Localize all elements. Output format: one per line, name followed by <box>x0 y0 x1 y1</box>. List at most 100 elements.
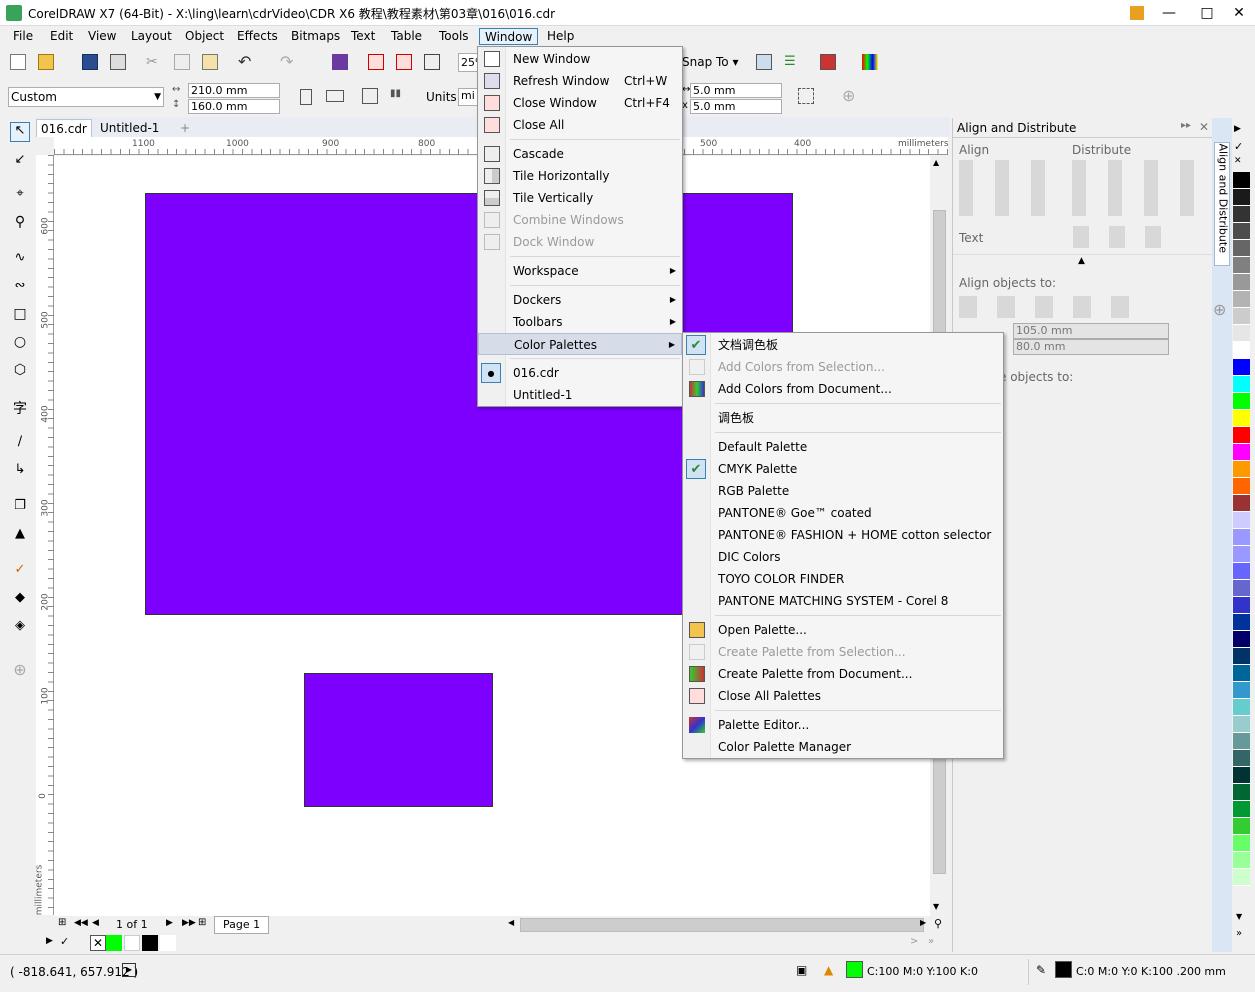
menu-item-color-palettes[interactable]: Color Palettes ▶ <box>478 333 682 355</box>
coords-menu-icon[interactable]: ▶ <box>122 963 136 977</box>
scroll-left-icon[interactable]: ◀ <box>508 918 514 927</box>
text-tool-icon[interactable]: 字 <box>10 398 30 418</box>
palette-swatch[interactable] <box>1233 172 1250 189</box>
color-eyedropper-tool-icon[interactable]: ✓ <box>10 562 30 582</box>
menu-item-close-window[interactable]: Close Window Ctrl+F4 <box>478 92 682 114</box>
menu-tools[interactable]: Tools <box>434 28 474 45</box>
no-fill-icon[interactable]: ✕ <box>1234 156 1242 166</box>
page-preset-select[interactable]: Custom ▼ <box>8 87 164 107</box>
palette-swatch[interactable] <box>1233 835 1250 852</box>
submenu-item-toyo[interactable]: TOYO COLOR FINDER <box>683 568 1003 590</box>
submenu-item-palette-editor[interactable]: Palette Editor... <box>683 714 1003 736</box>
zoom-level-field[interactable]: 25% <box>458 53 485 72</box>
prev-page-icon[interactable]: ◀ <box>92 918 99 928</box>
palette-swatch[interactable] <box>1233 767 1250 784</box>
align-y-field[interactable]: 80.0 mm <box>1013 339 1169 355</box>
palette-swatch[interactable] <box>1233 852 1250 869</box>
paste-icon[interactable] <box>202 54 218 70</box>
submenu-item-dic-colors[interactable]: DIC Colors <box>683 546 1003 568</box>
menu-layout[interactable]: Layout <box>126 28 177 45</box>
treat-as-filled-icon[interactable] <box>798 88 814 104</box>
palette-swatch[interactable] <box>1233 512 1250 529</box>
import-icon[interactable] <box>368 54 384 70</box>
open-icon[interactable] <box>38 54 54 70</box>
scroll-down-icon[interactable]: ▼ <box>933 902 939 911</box>
search-content-icon[interactable] <box>332 54 348 70</box>
tab-align-distribute[interactable]: Align and Distribute <box>1214 142 1230 266</box>
docker-close-icon[interactable]: ✕ <box>1199 120 1209 134</box>
scroll-up-icon[interactable]: ▲ <box>933 158 939 167</box>
palette-swatch[interactable] <box>1233 750 1250 767</box>
app-badge-icon[interactable] <box>1124 2 1150 24</box>
palette-swatch[interactable] <box>1233 495 1250 512</box>
checklist-icon[interactable]: ☰ <box>784 54 800 70</box>
menu-item-cascade[interactable]: Cascade <box>478 143 682 165</box>
submenu-item-default-palette[interactable]: Default Palette <box>683 436 1003 458</box>
color-grid-icon[interactable] <box>862 54 878 70</box>
menu-item-new-window[interactable]: New Window <box>478 48 682 70</box>
save-icon[interactable] <box>82 54 98 70</box>
rectangle-tool-icon[interactable]: □ <box>10 306 30 326</box>
add-docker-icon[interactable]: ⊕ <box>1213 300 1226 319</box>
submenu-item-palette-cn[interactable]: 调色板 <box>683 407 1003 429</box>
palette-swatch[interactable] <box>1233 818 1250 835</box>
palette-swatch[interactable] <box>1233 529 1250 546</box>
zoom-tool-icon[interactable]: ⚲ <box>10 214 30 234</box>
palette-eyedropper-icon[interactable]: ✓ <box>1234 140 1243 153</box>
new-tab-icon[interactable]: + <box>176 119 194 137</box>
menu-file[interactable]: File <box>8 28 38 45</box>
submenu-item-close-all-palettes[interactable]: Close All Palettes <box>683 685 1003 707</box>
menu-text[interactable]: Text <box>346 28 380 45</box>
palette-swatch[interactable] <box>1233 342 1250 359</box>
palette-swatch[interactable] <box>1233 648 1250 665</box>
menu-item-doc-016[interactable]: ● 016.cdr <box>478 362 682 384</box>
doc-swatch-white[interactable] <box>124 935 140 951</box>
submenu-item-add-colors-selection[interactable]: Add Colors from Selection... <box>683 356 1003 378</box>
menu-item-tile-horizontally[interactable]: Tile Horizontally <box>478 165 682 187</box>
palette-swatch[interactable] <box>1233 359 1250 376</box>
shape-tool-icon[interactable]: ↙ <box>10 152 30 172</box>
no-color-swatch[interactable]: ✕ <box>90 935 106 951</box>
palette-swatch[interactable] <box>1233 563 1250 580</box>
palette-swatch[interactable] <box>1233 206 1250 223</box>
transparency-tool-icon[interactable]: ▲ <box>10 526 30 546</box>
align-to-buttons[interactable] <box>959 296 1139 318</box>
zoom-navigator-icon[interactable]: ⚲ <box>934 917 942 930</box>
palette-swatch[interactable] <box>1233 308 1250 325</box>
align-x-field[interactable]: 105.0 mm <box>1013 323 1169 339</box>
submenu-item-pantone-fashion[interactable]: PANTONE® FASHION + HOME cotton selector <box>683 524 1003 546</box>
palette-swatch[interactable] <box>1233 478 1250 495</box>
palette-down-icon[interactable]: ▼ <box>1236 912 1242 921</box>
palette-swatch[interactable] <box>1233 597 1250 614</box>
palette-swatch[interactable] <box>1233 291 1250 308</box>
doc-swatch-empty[interactable] <box>160 935 176 951</box>
palette-swatch[interactable] <box>1233 869 1250 886</box>
print-icon[interactable] <box>110 54 126 70</box>
eyedropper-icon[interactable]: ✓ <box>60 935 69 948</box>
scroll-right-icon[interactable]: ▶ <box>920 918 926 927</box>
palette-swatch[interactable] <box>1233 801 1250 818</box>
docker-expand-icon[interactable]: ▸▸ <box>1181 120 1191 131</box>
menu-help[interactable]: Help <box>542 28 579 45</box>
redo-icon[interactable]: ↷ <box>280 52 293 71</box>
polygon-tool-icon[interactable]: ⬡ <box>10 362 30 382</box>
doc-swatch-green[interactable] <box>106 935 122 951</box>
add-toolbar-icon[interactable]: ⊕ <box>842 86 855 105</box>
submenu-item-create-from-selection[interactable]: Create Palette from Selection... <box>683 641 1003 663</box>
menu-bitmaps[interactable]: Bitmaps <box>286 28 345 45</box>
connector-tool-icon[interactable]: ↳ <box>10 462 30 482</box>
new-document-icon[interactable] <box>10 54 26 70</box>
freehand-tool-icon[interactable]: ∿ <box>10 250 30 270</box>
palette-swatch[interactable] <box>1233 665 1250 682</box>
menu-item-close-all[interactable]: Close All <box>478 114 682 136</box>
submenu-item-pantone-goe[interactable]: PANTONE® Goe™ coated <box>683 502 1003 524</box>
palette-swatch[interactable] <box>1233 580 1250 597</box>
units-select[interactable]: mi <box>458 88 478 106</box>
next-page-icon[interactable]: ▶ <box>166 918 173 928</box>
menu-item-tile-vertically[interactable]: Tile Vertically <box>478 187 682 209</box>
palette-swatch[interactable] <box>1233 546 1250 563</box>
palette-up-icon[interactable]: ▶ <box>1234 124 1241 134</box>
menu-object[interactable]: Object <box>180 28 229 45</box>
pick-tool-icon[interactable]: ↖ <box>10 122 30 142</box>
submenu-item-create-from-document[interactable]: Create Palette from Document... <box>683 663 1003 685</box>
